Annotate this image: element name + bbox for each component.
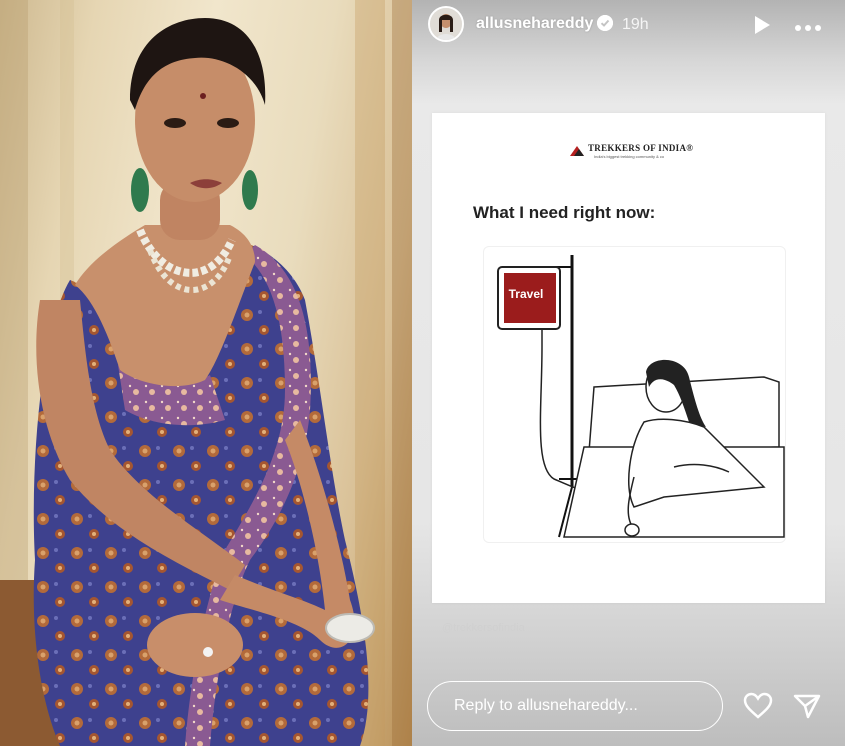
bindi [200,93,206,99]
heart-icon[interactable] [743,692,773,720]
story-username[interactable]: allusnehareddy [476,15,593,33]
card-headline: What I need right now: [473,203,656,222]
story-card: TREKKERS OF INDIA® India's biggest trekk… [432,113,825,603]
woman-in-saree-photo [0,0,412,746]
play-icon[interactable] [752,14,772,36]
right-eye [217,118,239,128]
story-timestamp: 19h [622,16,649,33]
avatar-image [430,8,462,40]
more-icon[interactable] [794,20,822,31]
brand-name: TREKKERS OF INDIA® [588,143,694,153]
brand-tagline: India's biggest trekking community & co [594,154,665,159]
hand [147,613,243,677]
mention-overlay[interactable]: @trekkersofindia [442,622,525,634]
iv-bag-label: Travel [508,287,544,301]
ring [203,647,213,657]
hospital-illustration: Travel [483,246,786,543]
reply-placeholder: Reply to allusnehareddy... [454,697,638,714]
avatar[interactable] [428,6,464,42]
mountain-logo-icon [570,144,584,158]
send-icon[interactable] [792,692,822,720]
story-panel: allusnehareddy 19h TREKKERS OF INDIA® In… [412,0,845,746]
right-earring [242,170,258,210]
left-eye [164,118,186,128]
reply-input[interactable]: Reply to allusnehareddy... [427,681,723,731]
left-earring [131,168,149,212]
photo-panel [0,0,412,746]
story-header: allusnehareddy 19h [412,0,845,52]
verified-badge-icon [597,15,613,31]
bracelet [325,613,375,643]
